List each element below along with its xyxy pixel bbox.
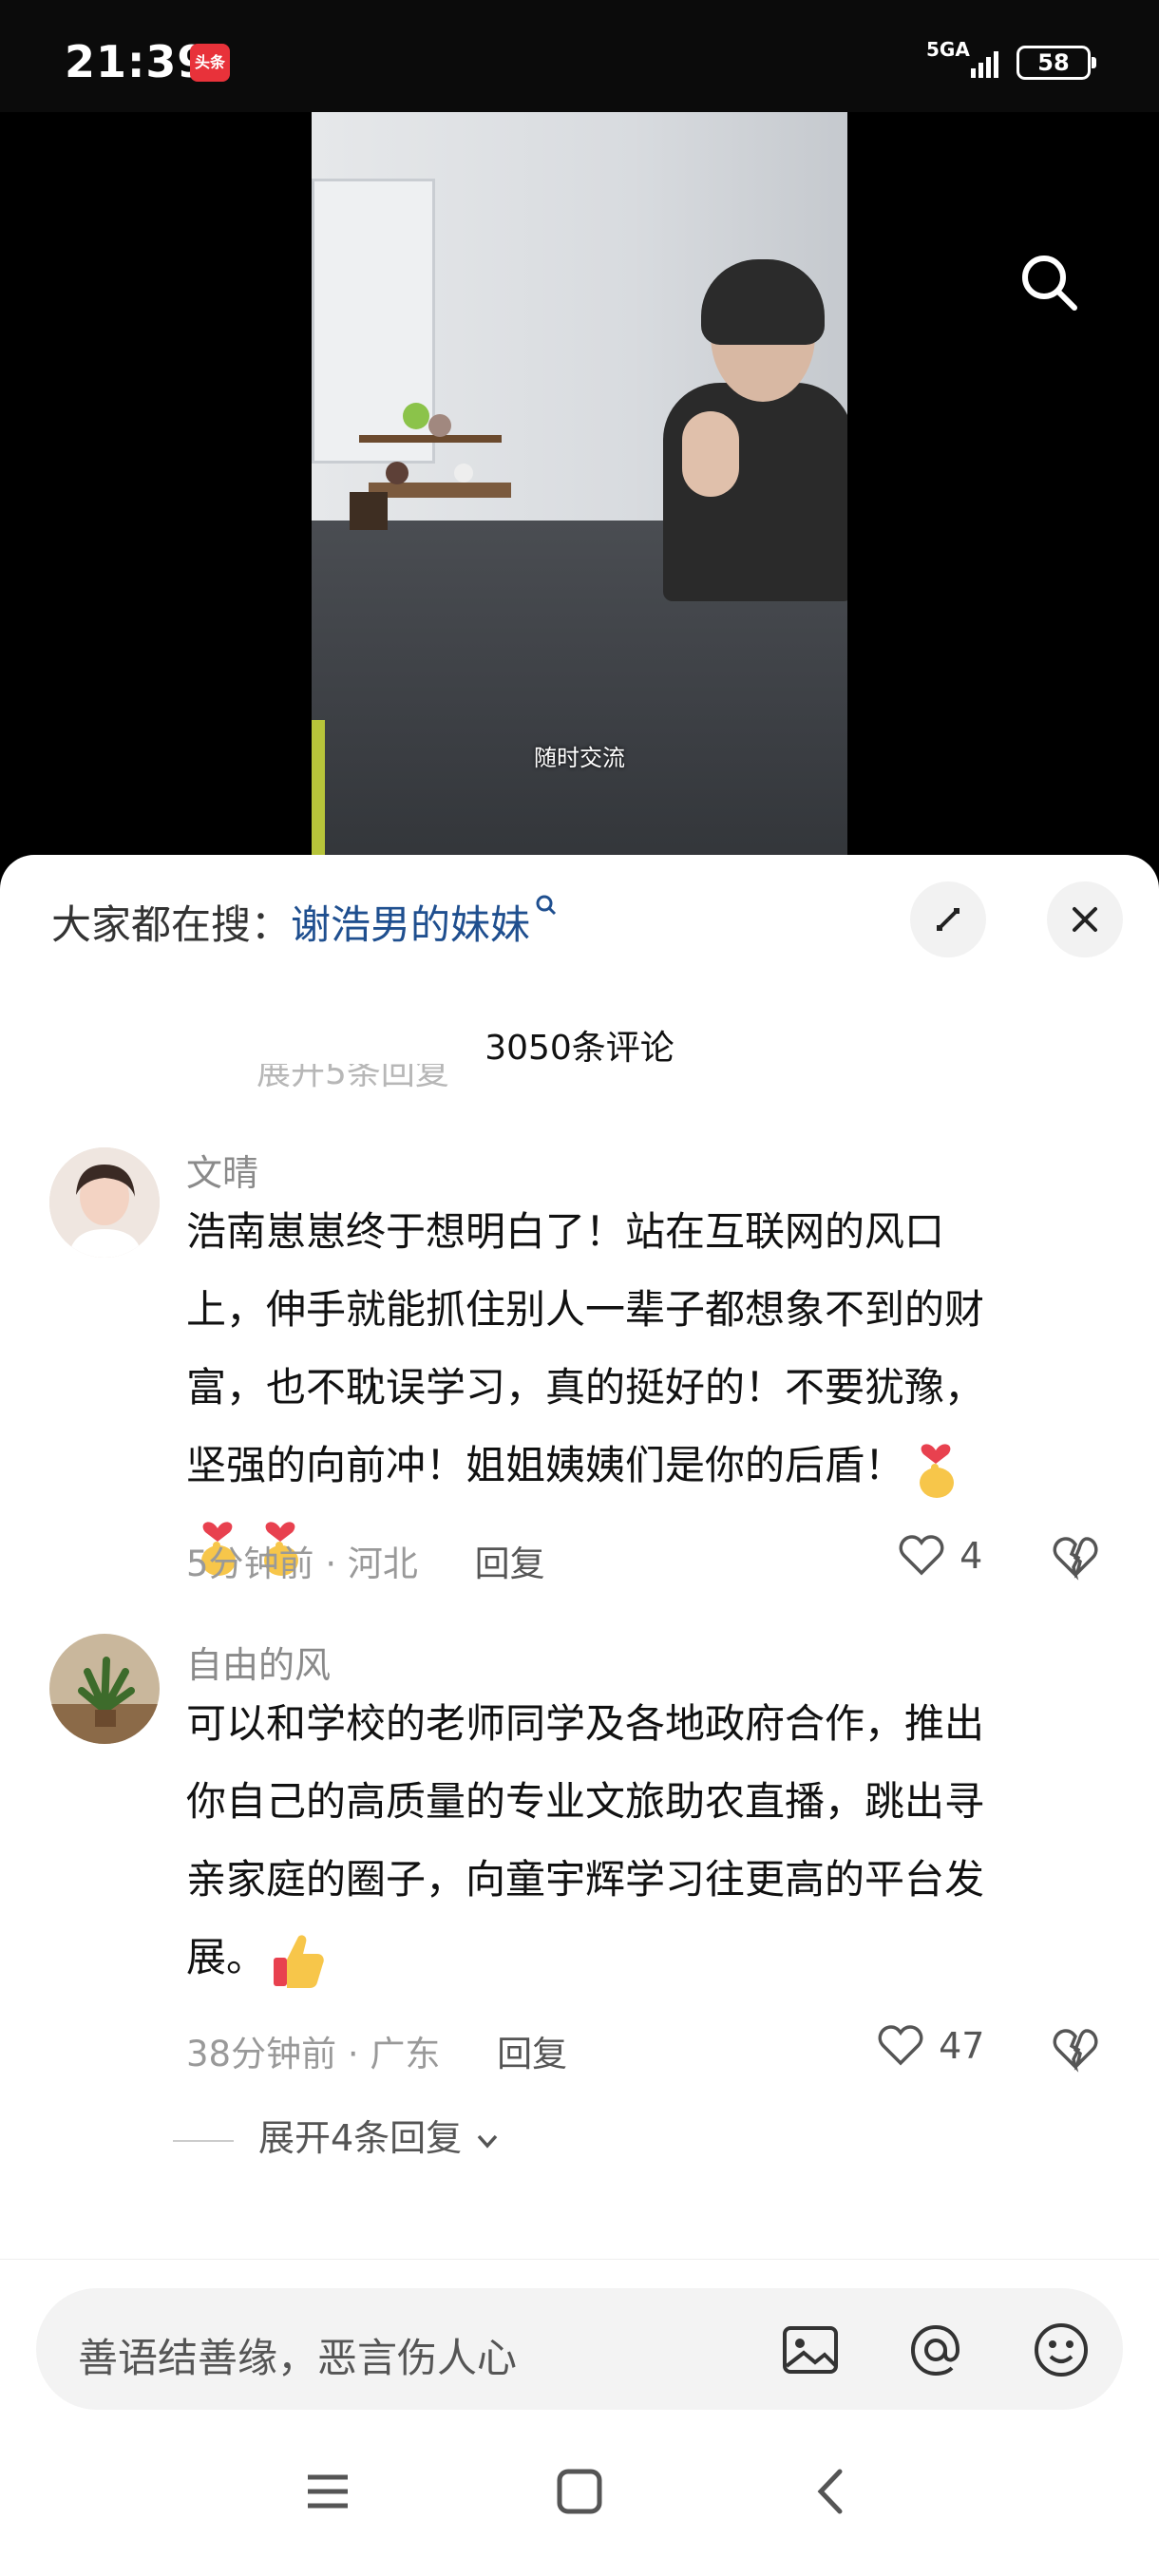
system-nav-bar <box>0 2411 1159 2576</box>
comment-meta: 38分钟前 · 广东 回复 <box>186 2034 568 2074</box>
comment-input-bar: 善语结善缘，恶言伤人心 <box>0 2259 1159 2411</box>
close-icon <box>1073 907 1097 932</box>
hot-search[interactable]: 大家都在搜：谢浩男的妹妹 <box>51 893 559 951</box>
video-frame[interactable]: 随时交流 <box>312 112 847 862</box>
reply-button[interactable]: 回复 <box>497 2034 567 2074</box>
video-player[interactable]: 随时交流 <box>0 112 1159 862</box>
comment-text: 可以和学校的老师同学及各地政府合作，推出 你自己的高质量的专业文旅助农直播，跳出… <box>186 1685 1108 1997</box>
status-bar: 21:39 头条 5GA 58 <box>0 0 1159 112</box>
broken-heart-icon[interactable] <box>1049 1531 1102 1584</box>
search-icon[interactable] <box>1012 245 1088 321</box>
tea-set-image <box>350 403 511 530</box>
comment-meta: 5分钟前 · 河北 回复 <box>186 1544 545 1584</box>
toutiao-app-icon: 头条 <box>190 44 230 82</box>
home-icon[interactable] <box>546 2458 613 2525</box>
avatar[interactable] <box>49 1147 160 1258</box>
reply-button[interactable]: 回复 <box>475 1544 545 1584</box>
finger-heart-emoji <box>920 1443 955 1498</box>
image-icon[interactable] <box>777 2317 844 2383</box>
heart-icon <box>899 1535 944 1576</box>
hot-search-term[interactable]: 谢浩男的妹妹 <box>291 901 530 948</box>
like-count: 4 <box>960 1535 983 1577</box>
status-time: 21:39 <box>65 36 209 87</box>
expand-replies-button[interactable]: 展开4条回复 <box>173 2109 502 2161</box>
close-button[interactable] <box>1047 881 1123 957</box>
comment-username[interactable]: 自由的风 <box>186 1636 331 1688</box>
thumbs-up-emoji <box>274 1934 324 1988</box>
video-subtitle: 随时交流 <box>534 745 625 771</box>
avatar-image <box>49 1147 160 1258</box>
like-button[interactable]: 4 <box>895 1529 982 1582</box>
expand-button[interactable] <box>910 881 986 957</box>
avatar-image <box>49 1634 160 1744</box>
avatar[interactable] <box>49 1634 160 1744</box>
comment-time: 5分钟前 <box>186 1544 314 1584</box>
faded-expand-replies[interactable]: 展开5条回复 <box>256 1064 449 1090</box>
broken-heart-icon[interactable] <box>1049 2023 1102 2076</box>
comment-time: 38分钟前 <box>186 2034 337 2074</box>
comment-count: 3050条评论 <box>484 1029 674 1068</box>
search-small-icon <box>536 895 557 916</box>
menu-icon[interactable] <box>294 2458 361 2525</box>
comment-location: 河北 <box>347 1544 418 1584</box>
hot-search-label: 大家都在搜： <box>51 901 292 948</box>
comment-text: 浩南崽崽终于想明白了！站在互联网的风口 上，伸手就能抓住别人一辈子都想象不到的财… <box>186 1193 1108 1582</box>
emoji-icon[interactable] <box>1028 2317 1094 2383</box>
chevron-down-icon <box>477 2134 498 2149</box>
like-count: 47 <box>939 2025 985 2067</box>
comment-location: 广东 <box>370 2034 441 2074</box>
like-button[interactable]: 47 <box>874 2019 984 2073</box>
video-person <box>663 259 847 601</box>
signal-icon <box>971 51 998 78</box>
battery-icon: 58 <box>1016 46 1096 80</box>
back-icon[interactable] <box>798 2458 864 2525</box>
comment-username[interactable]: 文晴 <box>186 1144 258 1196</box>
expand-icon <box>937 908 960 931</box>
heart-icon <box>878 2025 923 2066</box>
comment-input-placeholder: 善语结善缘，恶言伤人心 <box>78 2335 518 2381</box>
at-icon[interactable] <box>902 2317 969 2383</box>
comment-input[interactable]: 善语结善缘，恶言伤人心 <box>36 2288 1123 2410</box>
